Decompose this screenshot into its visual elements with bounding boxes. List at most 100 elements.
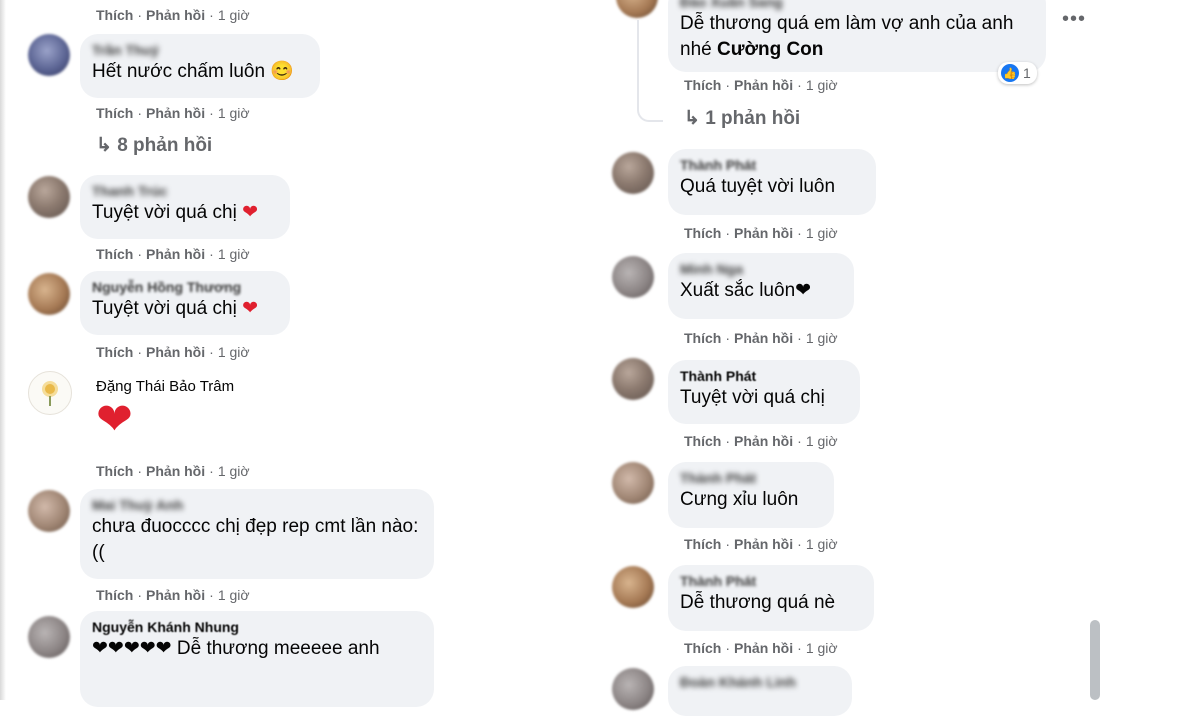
comment-text: Tuyệt vời quá chị <box>92 298 237 319</box>
avatar[interactable] <box>612 462 654 504</box>
separator: · <box>137 344 143 360</box>
comment-actions: Thích · Phản hồi · 1 giờ <box>96 587 250 603</box>
comment-bubble: Thành Phát Quá tuyệt vời luôn <box>668 149 876 215</box>
like-link[interactable]: Thích <box>96 344 133 360</box>
avatar[interactable] <box>28 176 70 218</box>
reply-link[interactable]: Phản hồi <box>146 344 205 360</box>
comment-bubble: Đào Xuân Sang Dễ thương quá em làm vợ an… <box>668 0 1046 72</box>
like-link[interactable]: Thích <box>96 246 133 262</box>
like-link[interactable]: Thích <box>96 105 133 121</box>
reply-arrow-icon: ↳ <box>96 135 112 156</box>
comment-time[interactable]: 1 giờ <box>806 536 838 552</box>
comment-time[interactable]: 1 giờ <box>218 587 250 603</box>
reply-link[interactable]: Phản hồi <box>146 7 205 23</box>
comment-text: Hết nước chấm luôn 😊 <box>92 61 294 82</box>
comment-text: Cưng xỉu luôn <box>680 489 799 510</box>
separator: · <box>725 330 731 346</box>
commenter-name[interactable]: Đặng Thái Bảo Trâm <box>96 378 284 396</box>
avatar[interactable] <box>612 152 654 194</box>
comment-text: Dễ thương quá nè <box>680 592 836 613</box>
comment-text: Quá tuyệt vời luôn <box>680 176 836 197</box>
avatar[interactable] <box>28 371 72 415</box>
comment-bubble: Trần Thuý Hết nước chấm luôn 😊 <box>80 34 320 98</box>
comment-time[interactable]: 1 giờ <box>218 105 250 121</box>
avatar[interactable] <box>612 668 654 710</box>
comment-time[interactable]: 1 giờ <box>806 77 838 93</box>
more-options-icon[interactable]: ••• <box>1062 8 1086 31</box>
comment-bubble: Thanh Trúc Tuyệt vời quá chị ❤ <box>80 175 290 239</box>
reply-link[interactable]: Phản hồi <box>734 77 793 93</box>
comment-actions: Thích · Phản hồi · 1 giờ <box>684 77 838 93</box>
reply-link[interactable]: Phản hồi <box>734 225 793 241</box>
comment-time[interactable]: 1 giờ <box>806 225 838 241</box>
like-link[interactable]: Thích <box>684 330 721 346</box>
scrollbar-thumb[interactable] <box>1090 620 1100 700</box>
like-link[interactable]: Thích <box>684 640 721 656</box>
comment-actions: Thích · Phản hồi · 1 giờ <box>684 225 838 241</box>
comment-text: Xuất sắc luôn❤ <box>680 280 812 301</box>
like-link[interactable]: Thích <box>96 7 133 23</box>
commenter-name[interactable]: Mai Thuỳ Anh <box>92 496 422 514</box>
comment-time[interactable]: 1 giờ <box>806 330 838 346</box>
reply-arrow-icon: ↳ <box>684 108 700 129</box>
commenter-name[interactable]: Trần Thuý <box>92 41 308 59</box>
comment-actions: Thích · Phản hồi · 1 giờ <box>96 463 250 479</box>
commenter-name[interactable]: Nguyễn Hồng Thương <box>92 278 278 296</box>
like-link[interactable]: Thích <box>96 463 133 479</box>
comment-time[interactable]: 1 giờ <box>218 344 250 360</box>
reply-link[interactable]: Phản hồi <box>146 246 205 262</box>
reply-link[interactable]: Phản hồi <box>734 640 793 656</box>
avatar[interactable] <box>612 566 654 608</box>
separator: · <box>797 536 802 552</box>
comment-text-line: Tuyệt vời quá chị ❤ <box>92 200 278 226</box>
window-edge <box>0 0 6 700</box>
separator: · <box>797 640 802 656</box>
heart-emoji: ❤ <box>96 395 133 444</box>
separator: · <box>725 77 731 93</box>
reply-link[interactable]: Phản hồi <box>146 105 205 121</box>
avatar[interactable] <box>28 616 70 658</box>
avatar[interactable] <box>616 0 658 18</box>
separator: · <box>797 330 802 346</box>
comment-bubble: Đoàn Khánh Linh <box>668 666 852 716</box>
comment-time[interactable]: 1 giờ <box>218 246 250 262</box>
avatar[interactable] <box>28 490 70 532</box>
commenter-name[interactable]: Thành Phát <box>680 469 822 487</box>
reply-link[interactable]: Phản hồi <box>734 536 793 552</box>
view-replies-link[interactable]: ↳ 1 phản hồi <box>684 107 800 130</box>
comment-time[interactable]: 1 giờ <box>806 640 838 656</box>
like-link[interactable]: Thích <box>684 536 721 552</box>
separator: · <box>137 7 143 23</box>
comment-time[interactable]: 1 giờ <box>218 463 250 479</box>
like-link[interactable]: Thích <box>684 433 721 449</box>
comment-section: Thích · Phản hồi · 1 giờ Trần Thuý Hết nước … <box>0 0 1200 716</box>
like-reaction-icon: 👍 <box>1001 64 1019 82</box>
reply-link[interactable]: Phản hồi <box>734 330 793 346</box>
comment-time[interactable]: 1 giờ <box>806 433 838 449</box>
reply-link[interactable]: Phản hồi <box>734 433 793 449</box>
view-replies-link[interactable]: ↳ 8 phản hồi <box>96 134 212 157</box>
like-link[interactable]: Thích <box>96 587 133 603</box>
mention-link[interactable]: Cường Con <box>717 39 823 60</box>
avatar[interactable] <box>28 273 70 315</box>
comment-time[interactable]: 1 giờ <box>218 7 250 23</box>
commenter-name[interactable]: Minh Nga <box>680 260 842 278</box>
comment-bubble: Nguyễn Khánh Nhung ❤❤❤❤❤ Dễ thương meeee… <box>80 611 434 707</box>
like-link[interactable]: Thích <box>684 225 721 241</box>
commenter-name[interactable]: Thành Phát <box>680 367 848 385</box>
separator: · <box>137 246 143 262</box>
avatar[interactable] <box>612 358 654 400</box>
like-link[interactable]: Thích <box>684 77 721 93</box>
commenter-name[interactable]: Thành Phát <box>680 572 862 590</box>
commenter-name[interactable]: Đoàn Khánh Linh <box>680 673 840 691</box>
avatar[interactable] <box>28 34 70 76</box>
avatar[interactable] <box>612 256 654 298</box>
reply-link[interactable]: Phản hồi <box>146 587 205 603</box>
reaction-summary[interactable]: 👍 1 <box>998 62 1037 84</box>
commenter-name[interactable]: Thanh Trúc <box>92 182 278 200</box>
commenter-name[interactable]: Nguyễn Khánh Nhung <box>92 618 422 636</box>
reply-link[interactable]: Phản hồi <box>146 463 205 479</box>
commenter-name[interactable]: Thành Phát <box>680 156 864 174</box>
comment-actions: Thích · Phản hồi · 1 giờ <box>684 640 838 656</box>
commenter-name[interactable]: Đào Xuân Sang <box>680 0 1034 11</box>
